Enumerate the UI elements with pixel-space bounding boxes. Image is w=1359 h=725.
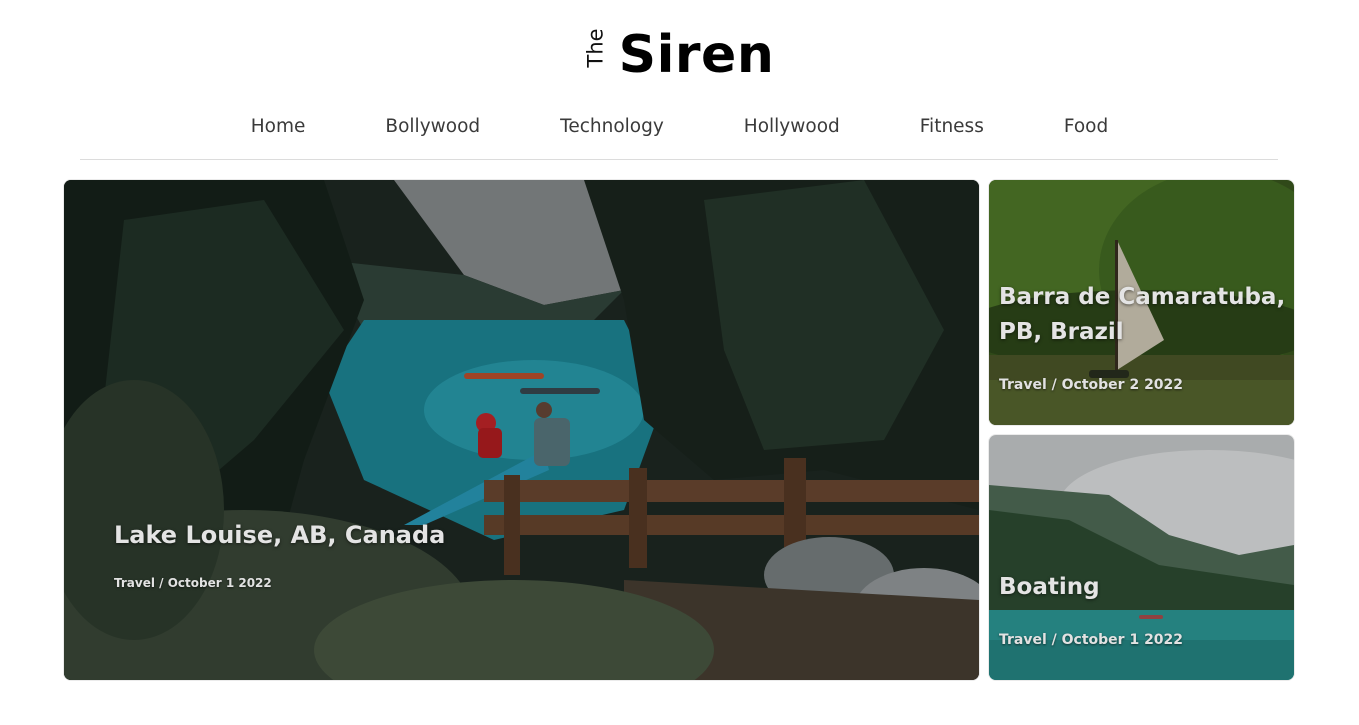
side-post-title-1[interactable]: Barra de Camaratuba, PB, Brazil (999, 280, 1289, 350)
nav-item-hollywood[interactable]: Hollywood (704, 110, 880, 144)
side-post-title-2[interactable]: Boating (999, 574, 1100, 600)
featured-post-title[interactable]: Lake Louise, AB, Canada (114, 521, 445, 549)
nav-item-bollywood[interactable]: Bollywood (345, 110, 520, 144)
side-post-card-2[interactable]: Boating Travel / October 1 2022 (989, 435, 1294, 680)
nav-item-home[interactable]: Home (211, 110, 346, 144)
logo-the-text: The (583, 27, 608, 67)
nav-item-fitness[interactable]: Fitness (880, 110, 1024, 144)
main-nav: Home Bollywood Technology Hollywood Fitn… (0, 110, 1359, 144)
nav-item-food[interactable]: Food (1024, 110, 1148, 144)
site-logo[interactable]: The Siren (0, 22, 1359, 88)
side-post-card-1[interactable]: Barra de Camaratuba, PB, Brazil Travel /… (989, 180, 1294, 425)
side-post-meta-1: Travel / October 2 2022 (999, 377, 1184, 393)
nav-item-technology[interactable]: Technology (520, 110, 704, 144)
featured-post-card[interactable]: Lake Louise, AB, Canada Travel / October… (64, 180, 979, 680)
side-post-meta-2: Travel / October 1 2022 (999, 632, 1184, 648)
featured-image-overlay (64, 180, 979, 680)
nav-divider (80, 159, 1278, 160)
featured-post-meta: Travel / October 1 2022 (114, 576, 272, 590)
logo-name-text: Siren (618, 25, 775, 85)
